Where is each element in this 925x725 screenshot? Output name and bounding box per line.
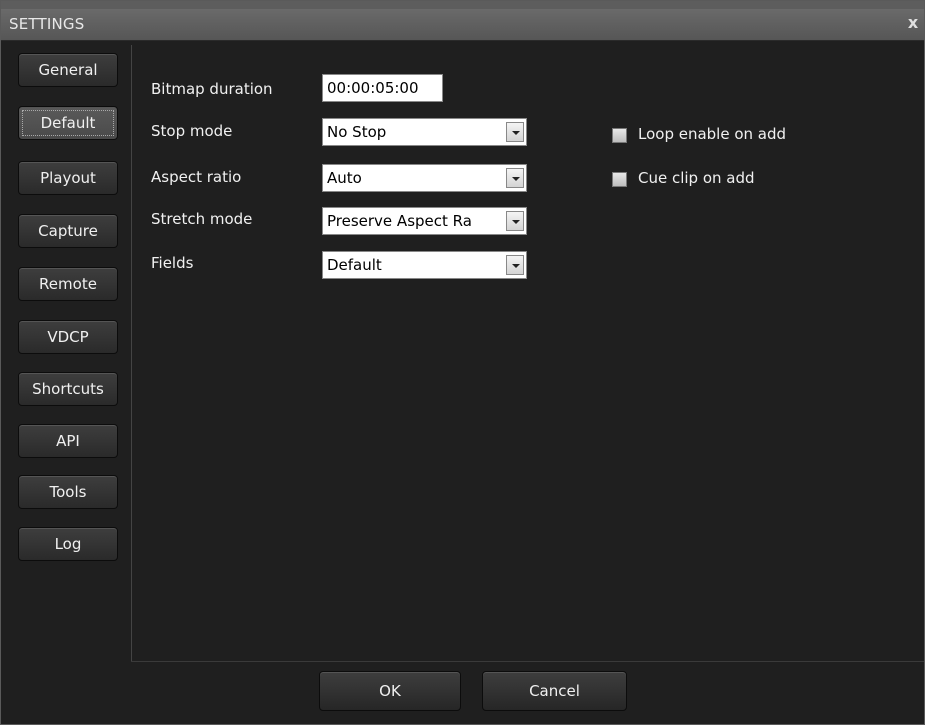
stop-mode-value: No Stop <box>327 123 387 141</box>
window-title: SETTINGS <box>9 15 85 33</box>
sidebar-item-shortcuts[interactable]: Shortcuts <box>18 372 118 406</box>
fields-value: Default <box>327 256 382 274</box>
cancel-button[interactable]: Cancel <box>482 671 627 711</box>
chevron-down-icon[interactable] <box>506 211 524 231</box>
aspect-ratio-value: Auto <box>327 169 362 187</box>
sidebar-item-default[interactable]: Default <box>18 106 118 140</box>
sidebar-item-api[interactable]: API <box>18 424 118 458</box>
window-top-strip <box>1 1 924 9</box>
sidebar-item-tools[interactable]: Tools <box>18 475 118 509</box>
settings-sidebar: General Default Playout Capture Remote V… <box>9 45 132 661</box>
aspect-ratio-label: Aspect ratio <box>151 168 242 186</box>
close-icon[interactable]: x <box>904 12 922 34</box>
aspect-ratio-select[interactable]: Auto <box>322 164 527 192</box>
sidebar-item-vdcp[interactable]: VDCP <box>18 320 118 354</box>
cue-clip-checkbox[interactable] <box>612 172 627 187</box>
bitmap-duration-field[interactable]: 00:00:05:00 <box>322 74 443 102</box>
settings-window: SETTINGS x General Default Playout Captu… <box>0 0 925 725</box>
stop-mode-label: Stop mode <box>151 122 233 140</box>
footer-divider <box>131 661 924 662</box>
loop-enable-checkbox[interactable] <box>612 128 627 143</box>
stretch-mode-value: Preserve Aspect Ra <box>327 212 472 230</box>
bitmap-duration-label: Bitmap duration <box>151 80 273 98</box>
chevron-down-icon[interactable] <box>506 168 524 188</box>
sidebar-item-log[interactable]: Log <box>18 527 118 561</box>
sidebar-item-playout[interactable]: Playout <box>18 161 118 195</box>
stop-mode-select[interactable]: No Stop <box>322 118 527 146</box>
title-bar[interactable]: SETTINGS x <box>1 9 924 41</box>
loop-enable-label[interactable]: Loop enable on add <box>638 125 786 143</box>
sidebar-item-remote[interactable]: Remote <box>18 267 118 301</box>
sidebar-item-capture[interactable]: Capture <box>18 214 118 248</box>
fields-select[interactable]: Default <box>322 251 527 279</box>
stretch-mode-label: Stretch mode <box>151 210 253 228</box>
sidebar-item-general[interactable]: General <box>18 53 118 87</box>
stretch-mode-select[interactable]: Preserve Aspect Ra <box>322 207 527 235</box>
fields-label: Fields <box>151 254 194 272</box>
chevron-down-icon[interactable] <box>506 255 524 275</box>
ok-button[interactable]: OK <box>319 671 461 711</box>
cue-clip-label[interactable]: Cue clip on add <box>638 169 755 187</box>
chevron-down-icon[interactable] <box>506 122 524 142</box>
